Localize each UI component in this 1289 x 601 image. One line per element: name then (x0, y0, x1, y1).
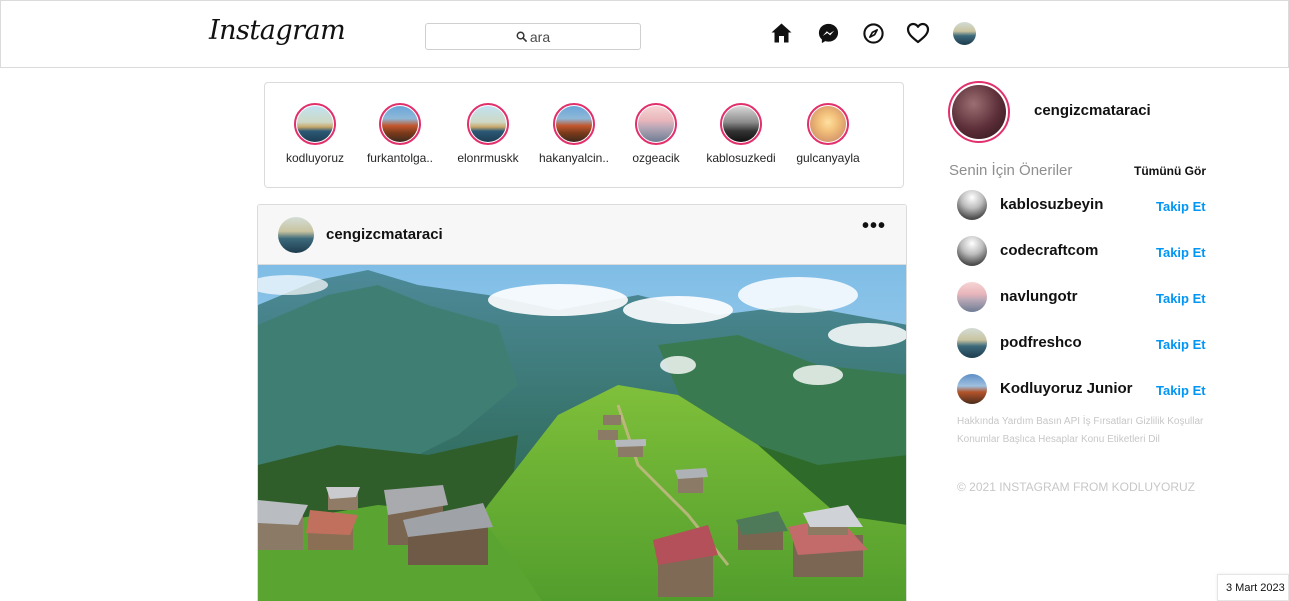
story-item[interactable]: kablosuzkedi (698, 103, 784, 165)
more-options-icon[interactable]: ••• (862, 216, 886, 236)
story-avatar (723, 106, 759, 142)
suggestion-username[interactable]: codecraftcom (1000, 242, 1098, 259)
post-header: cengizcmataraci ••• (258, 205, 906, 265)
follow-button[interactable]: Takip Et (1156, 383, 1206, 398)
story-avatar (638, 106, 674, 142)
current-user-avatar[interactable] (948, 81, 1010, 143)
story-item[interactable]: kodluyoruz (272, 103, 358, 165)
story-avatar (556, 106, 592, 142)
story-avatar (297, 106, 333, 142)
story-item[interactable]: elonrmuskk (445, 103, 531, 165)
story-username: ozgeacik (632, 151, 680, 165)
heart-icon[interactable] (904, 20, 932, 46)
suggestion-username[interactable]: podfreshco (1000, 334, 1082, 351)
story-username: kablosuzkedi (706, 151, 776, 165)
story-username: gulcanyayla (796, 151, 860, 165)
story-item[interactable]: ozgeacik (613, 103, 699, 165)
story-avatar (470, 106, 506, 142)
suggestion-username[interactable]: kablosuzbeyin (1000, 196, 1103, 213)
story-ring (807, 103, 849, 145)
suggestions-title: Senin İçin Öneriler (949, 162, 1073, 179)
top-navigation-bar: Instagram ara (0, 0, 1289, 68)
suggestion-avatar[interactable] (957, 374, 987, 404)
home-icon[interactable] (767, 20, 795, 46)
suggestion-username[interactable]: Kodluyoruz Junior (1000, 380, 1133, 397)
footer-links[interactable]: Hakkında Yardım Basın API İş Fırsatları … (957, 413, 1217, 449)
story-ring (379, 103, 421, 145)
suggestion-item: kablosuzbeyin Takip Et (957, 190, 1207, 222)
suggestion-item: Kodluyoruz Junior Takip Et (957, 374, 1207, 406)
search-placeholder: ara (529, 28, 551, 45)
story-ring (467, 103, 509, 145)
suggestion-item: podfreshco Takip Et (957, 328, 1207, 360)
messenger-icon[interactable] (815, 20, 841, 46)
see-all-link[interactable]: Tümünü Gör (1134, 164, 1206, 178)
explore-icon[interactable] (860, 20, 886, 46)
story-avatar (382, 106, 418, 142)
follow-button[interactable]: Takip Et (1156, 199, 1206, 214)
follow-button[interactable]: Takip Et (1156, 245, 1206, 260)
suggestion-avatar[interactable] (957, 328, 987, 358)
suggestion-item: codecraftcom Takip Et (957, 236, 1207, 268)
story-ring (720, 103, 762, 145)
story-username: furkantolga.. (366, 151, 434, 165)
post-author-avatar[interactable] (278, 217, 314, 253)
stories-tray: kodluyoruz furkantolga.. elonrmuskk haka… (264, 82, 904, 188)
story-ring (553, 103, 595, 145)
post-author-username[interactable]: cengizcmataraci (326, 226, 443, 243)
suggestion-avatar[interactable] (957, 190, 987, 220)
story-ring (294, 103, 336, 145)
follow-button[interactable]: Takip Et (1156, 337, 1206, 352)
story-item[interactable]: furkantolga.. (357, 103, 443, 165)
instagram-logo[interactable]: Instagram (209, 15, 346, 46)
follow-button[interactable]: Takip Et (1156, 291, 1206, 306)
search-input[interactable]: ara (425, 23, 641, 50)
feed-post: cengizcmataraci ••• (257, 204, 907, 601)
profile-avatar[interactable] (951, 20, 977, 46)
copyright-text: © 2021 INSTAGRAM FROM KODLUYORUZ (957, 480, 1195, 494)
story-username: elonrmuskk (457, 151, 519, 165)
suggestion-username[interactable]: navlungotr (1000, 288, 1078, 305)
taskbar-date[interactable]: 3 Mart 2023 (1217, 574, 1289, 601)
story-avatar (810, 106, 846, 142)
story-item[interactable]: gulcanyayla (785, 103, 871, 165)
current-user-username[interactable]: cengizcmataraci (1034, 102, 1151, 119)
suggestion-item: navlungotr Takip Et (957, 282, 1207, 314)
suggestion-avatar[interactable] (957, 282, 987, 312)
suggestion-avatar[interactable] (957, 236, 987, 266)
post-image[interactable] (258, 265, 907, 601)
search-icon (516, 31, 527, 42)
story-username: kodluyoruz (285, 151, 345, 165)
story-ring (635, 103, 677, 145)
story-username: hakanyalcin.. (538, 151, 610, 165)
story-item[interactable]: hakanyalcin.. (531, 103, 617, 165)
